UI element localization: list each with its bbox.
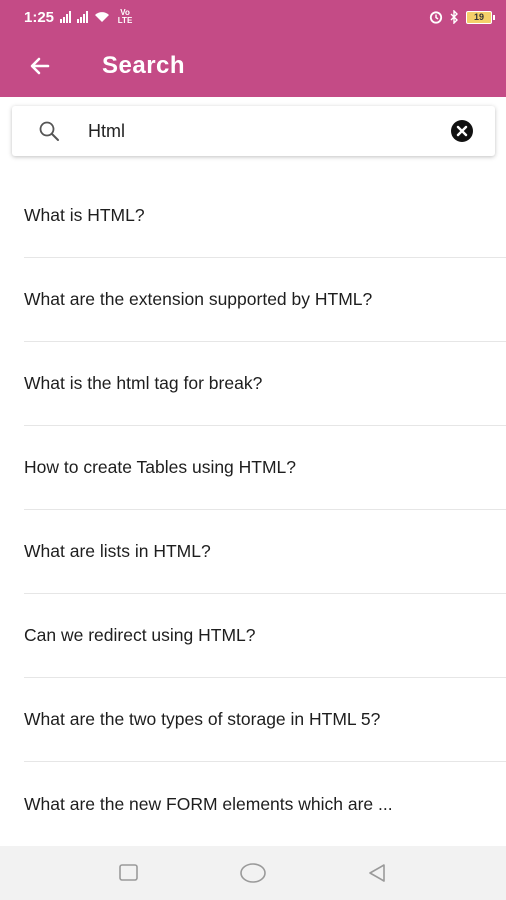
results-list: What is HTML? What are the extension sup… bbox=[0, 174, 506, 846]
bluetooth-icon bbox=[450, 10, 458, 24]
square-icon bbox=[119, 864, 138, 881]
system-nav-bar bbox=[0, 846, 506, 900]
home-button[interactable] bbox=[235, 855, 271, 891]
clear-search-button[interactable] bbox=[449, 118, 475, 144]
list-item-text: What is the html tag for break? bbox=[24, 373, 263, 393]
search-box bbox=[12, 106, 495, 156]
list-item-text: What are the extension supported by HTML… bbox=[24, 289, 373, 309]
circle-icon bbox=[240, 863, 266, 883]
list-item[interactable]: How to create Tables using HTML? bbox=[24, 426, 506, 510]
list-item[interactable]: What are lists in HTML? bbox=[24, 510, 506, 594]
status-bar: 1:25 Vo LTE 19 bbox=[0, 0, 506, 34]
recents-button[interactable] bbox=[111, 855, 147, 891]
list-item-text: What are the new FORM elements which are… bbox=[24, 793, 393, 814]
back-button[interactable] bbox=[12, 38, 68, 94]
list-item-text: What are lists in HTML? bbox=[24, 541, 211, 561]
wifi-icon bbox=[95, 12, 110, 22]
list-item-text: Can we redirect using HTML? bbox=[24, 625, 256, 645]
triangle-back-icon bbox=[369, 864, 385, 882]
page-title: Search bbox=[102, 51, 186, 79]
list-item[interactable]: What are the two types of storage in HTM… bbox=[24, 678, 506, 762]
arrow-left-icon bbox=[30, 57, 50, 74]
battery-level: 19 bbox=[473, 12, 484, 22]
network-label: Vo LTE bbox=[117, 8, 133, 25]
list-item-text: What are the two types of storage in HTM… bbox=[24, 709, 381, 729]
signal-icon-2 bbox=[77, 11, 89, 23]
list-item-text: What is HTML? bbox=[24, 205, 145, 225]
system-back-button[interactable] bbox=[359, 855, 395, 891]
clear-circle-icon bbox=[451, 120, 473, 142]
list-item-text: How to create Tables using HTML? bbox=[24, 457, 297, 477]
status-time: 1:25 bbox=[24, 8, 55, 26]
list-item[interactable]: What is HTML? bbox=[24, 174, 506, 258]
list-item[interactable]: What are the new FORM elements which are… bbox=[24, 762, 506, 846]
search-icon bbox=[36, 118, 62, 144]
list-item[interactable]: What are the extension supported by HTML… bbox=[24, 258, 506, 342]
battery-icon: 19 bbox=[466, 10, 495, 24]
signal-icon bbox=[60, 11, 72, 23]
alarm-icon bbox=[429, 11, 443, 24]
list-item[interactable]: What is the html tag for break? bbox=[24, 342, 506, 426]
app-bar: Search bbox=[0, 34, 506, 97]
search-input[interactable] bbox=[88, 120, 418, 142]
list-item[interactable]: Can we redirect using HTML? bbox=[24, 594, 506, 678]
